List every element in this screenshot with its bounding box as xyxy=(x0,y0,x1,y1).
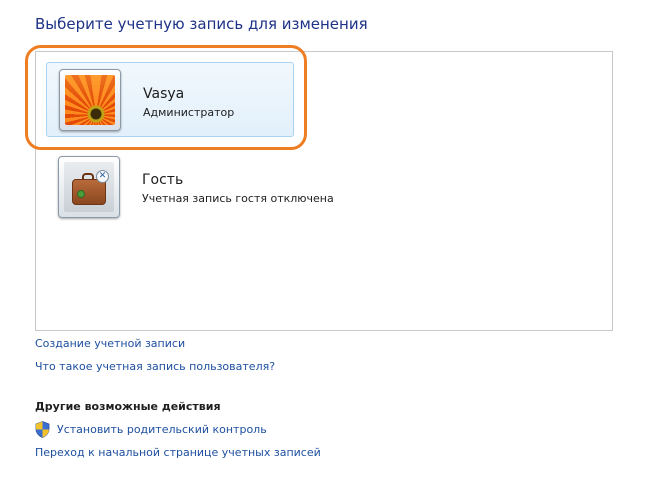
what-is-account-link[interactable]: Что такое учетная запись пользователя? xyxy=(35,360,275,373)
other-actions-heading: Другие возможные действия xyxy=(35,400,221,413)
create-account-link[interactable]: Создание учетной записи xyxy=(35,337,185,350)
avatar xyxy=(59,69,121,131)
account-tile-vasya[interactable]: Vasya Администратор xyxy=(46,62,294,137)
avatar: ✕ xyxy=(58,156,120,218)
page-title: Выберите учетную запись для изменения xyxy=(35,15,368,33)
account-type: Администратор xyxy=(143,106,235,119)
flower-avatar-icon xyxy=(65,75,115,125)
accounts-list-panel: Vasya Администратор ✕ Гость Учетная запи… xyxy=(35,51,613,331)
account-name: Vasya xyxy=(143,86,185,102)
accounts-home-link[interactable]: Переход к начальной странице учетных зап… xyxy=(35,446,321,459)
account-status: Учетная запись гостя отключена xyxy=(142,192,334,205)
parental-controls-link[interactable]: Установить родительский контроль xyxy=(57,423,267,436)
guest-suitcase-icon: ✕ xyxy=(64,162,114,212)
account-tile-guest[interactable]: ✕ Гость Учетная запись гостя отключена xyxy=(46,152,346,222)
uac-shield-icon xyxy=(35,421,50,438)
disabled-tag-icon: ✕ xyxy=(96,170,109,183)
user-accounts-page: Выберите учетную запись для изменения Va… xyxy=(0,0,651,487)
account-name: Гость xyxy=(142,172,184,188)
suitcase-badge-icon xyxy=(77,190,85,198)
